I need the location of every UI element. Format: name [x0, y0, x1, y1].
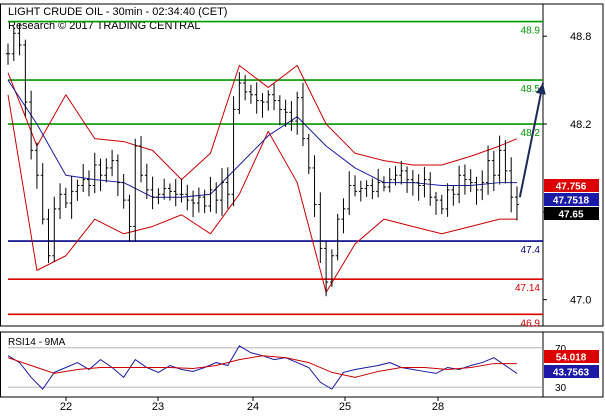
- level-label: 48.5: [521, 84, 541, 95]
- x-axis-tick-label: 22: [60, 401, 72, 413]
- x-axis-tick-label: 24: [247, 401, 259, 413]
- price-badge-label: 47.756: [556, 182, 587, 193]
- rsi-series-rsi: [7, 345, 518, 390]
- main-panel-border: [0, 3, 604, 327]
- x-axis-tick-label: 23: [152, 401, 164, 413]
- x-axis-tick-label: 28: [432, 401, 444, 413]
- price-chart: 48.848.247.647.048.948.548.247.447.1446.…: [0, 0, 605, 415]
- level-label: 47.14: [515, 283, 540, 294]
- rsi-title: RSI14 - 9MA: [8, 337, 66, 348]
- x-axis-tick-label: 25: [339, 401, 351, 413]
- price-badge-label: 47.7518: [553, 196, 590, 207]
- y-axis-tick-label: 48.2: [570, 119, 591, 131]
- y-axis-tick-label: 48.8: [570, 31, 591, 43]
- forecast-arrow: [518, 82, 544, 198]
- series-bollinger-upper: [7, 64, 518, 181]
- level-label: 48.2: [521, 128, 541, 139]
- price-badge-label: 47.65: [558, 210, 583, 221]
- rsi-y-tick-label: 30: [555, 383, 567, 394]
- y-axis-tick-label: 47.0: [570, 295, 591, 307]
- rsi-badge-label: 43.7563: [553, 368, 590, 379]
- rsi-badge-label: 54.018: [556, 353, 587, 364]
- level-label: 47.4: [521, 245, 541, 256]
- level-label: 48.9: [521, 26, 541, 37]
- level-label: 46.9: [521, 318, 541, 329]
